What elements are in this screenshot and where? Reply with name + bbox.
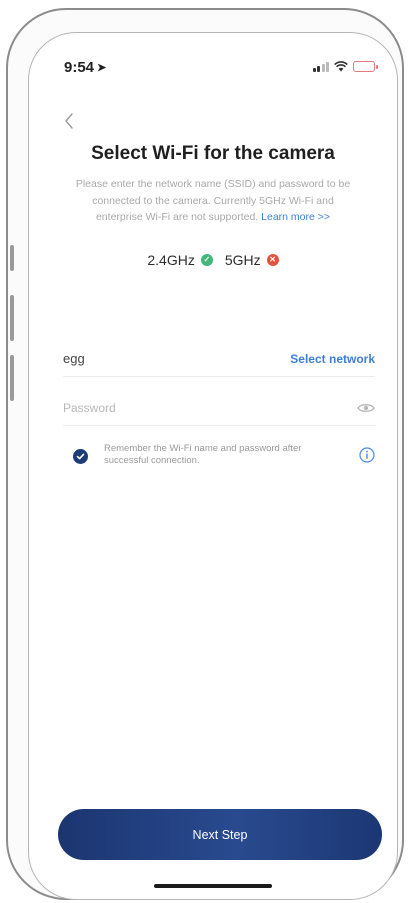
checkmark-icon (76, 453, 85, 460)
page-title: Select Wi-Fi for the camera (91, 143, 335, 164)
remember-checkbox[interactable] (73, 449, 88, 464)
battery-low-icon (353, 61, 378, 72)
phone-screen: 9:54 ➤ Select Wi-Fi for the camera Pleas… (28, 32, 398, 900)
band-24ghz: 2.4GHz ✓ (147, 252, 213, 268)
home-indicator (154, 884, 272, 888)
status-icons (312, 61, 378, 72)
band-5ghz-label: 5GHz (224, 252, 261, 268)
location-arrow-icon: ➤ (97, 62, 107, 74)
chevron-left-icon (65, 113, 73, 129)
cellular-signal-icon (312, 61, 329, 72)
volume-up-button (10, 295, 14, 341)
back-button[interactable] (59, 107, 81, 135)
learn-more-link[interactable]: Learn more >> (261, 211, 330, 223)
next-step-button[interactable]: Next Step (58, 809, 382, 860)
mute-switch (10, 245, 14, 271)
select-network-link[interactable]: Select network (290, 352, 375, 366)
ssid-field[interactable]: egg Select network (63, 341, 375, 377)
info-icon[interactable] (359, 447, 375, 463)
ssid-value[interactable]: egg (63, 351, 85, 366)
password-input[interactable] (63, 400, 313, 415)
status-time: 9:54 ➤ (64, 59, 106, 76)
volume-down-button (10, 355, 14, 401)
remember-text: Remember the Wi-Fi name and password aft… (104, 443, 302, 466)
band-24ghz-label: 2.4GHz (147, 252, 195, 268)
phone-frame: 9:54 ➤ Select Wi-Fi for the camera Pleas… (6, 8, 404, 900)
remember-row: Remember the Wi-Fi name and password aft… (73, 443, 375, 467)
eye-icon[interactable] (357, 402, 375, 414)
wifi-icon (334, 61, 348, 72)
band-support-row: 2.4GHz ✓ 5GHz ✕ (29, 252, 397, 268)
check-circle-icon: ✓ (200, 254, 213, 266)
password-field[interactable] (63, 390, 375, 426)
status-bar: 9:54 ➤ (29, 33, 397, 93)
cross-circle-icon: ✕ (266, 254, 279, 266)
status-time-text: 9:54 (64, 59, 95, 76)
band-5ghz: 5GHz ✕ (225, 252, 279, 268)
description: Please enter the network name (SSID) and… (69, 176, 357, 226)
